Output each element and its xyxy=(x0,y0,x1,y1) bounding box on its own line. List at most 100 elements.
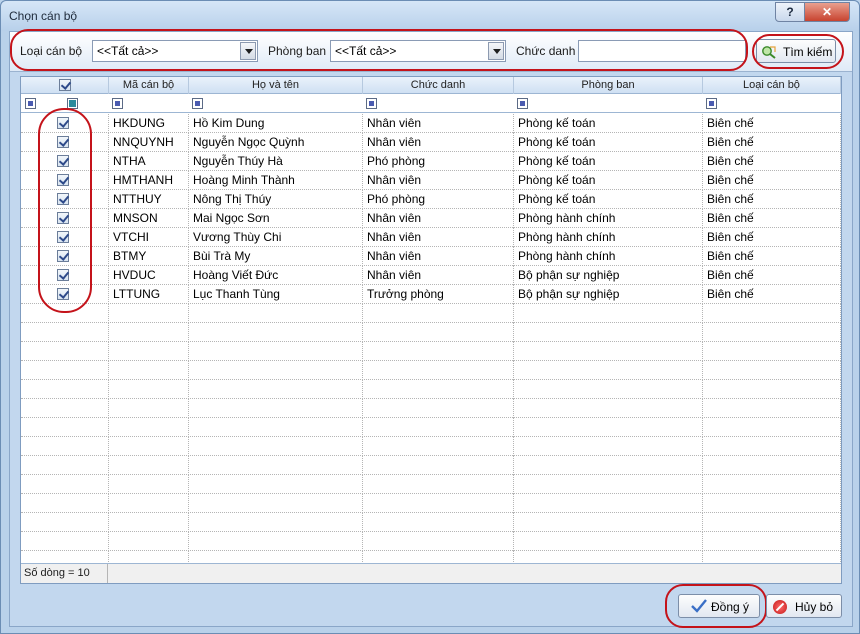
table-row[interactable]: MNSON Mai Ngọc Sơn Nhân viên Phòng hành chí… xyxy=(21,209,841,228)
filter-phong-ban-icon[interactable] xyxy=(517,98,528,109)
cell-chucdanh: Phó phòng xyxy=(363,190,514,209)
header-chuc-danh[interactable]: Chức danh xyxy=(363,77,514,94)
row-checkbox[interactable] xyxy=(57,269,69,281)
window-title: Chọn cán bộ xyxy=(9,9,78,23)
empty-cell xyxy=(109,475,189,494)
table-row[interactable]: NTHA Nguyễn Thúy Hà Phó phòng Phòng kế toán… xyxy=(21,152,841,171)
row-checkbox[interactable] xyxy=(57,117,69,129)
empty-cell xyxy=(514,532,703,551)
cell-chucdanh: Nhân viên xyxy=(363,209,514,228)
header-loai-can-bo[interactable]: Loại cán bộ xyxy=(703,77,841,94)
row-checkbox[interactable] xyxy=(57,231,69,243)
cell-ten: Bùi Trà My xyxy=(189,247,363,266)
table-row[interactable]: BTMY Bùi Trà My Nhân viên Phòng hành chính B… xyxy=(21,247,841,266)
row-checkbox[interactable] xyxy=(57,250,69,262)
empty-cell xyxy=(109,532,189,551)
empty-cell xyxy=(109,399,189,418)
cell-ma: MNSON xyxy=(109,209,189,228)
filter-ma-can-bo-icon[interactable] xyxy=(112,98,123,109)
row-checkbox[interactable] xyxy=(57,212,69,224)
table-row[interactable]: NTTHUY Nông Thị Thúy Phó phòng Phòng kế toá… xyxy=(21,190,841,209)
chevron-down-icon[interactable] xyxy=(240,42,256,60)
cell-chucdanh: Trưởng phòng xyxy=(363,285,514,304)
row-select-cell xyxy=(21,190,109,209)
filter-checkbox-column-icon[interactable] xyxy=(67,98,78,109)
chevron-down-icon[interactable] xyxy=(488,42,504,60)
cell-loai: Biên chế xyxy=(703,114,841,133)
empty-table-row xyxy=(21,304,841,323)
empty-cell xyxy=(189,456,363,475)
table-row[interactable]: LTTUNG Lục Thanh Tùng Trưởng phòng Bộ phận … xyxy=(21,285,841,304)
empty-table-row xyxy=(21,380,841,399)
table-row[interactable]: VTCHI Vương Thùy Chi Nhân viên Phòng hành c… xyxy=(21,228,841,247)
empty-cell xyxy=(363,475,514,494)
phong-ban-label: Phòng ban xyxy=(268,44,327,58)
empty-cell xyxy=(363,418,514,437)
table-row[interactable]: HKDUNG Hồ Kim Dung Nhân viên Phòng kế toán B… xyxy=(21,114,841,133)
chuc-danh-input[interactable] xyxy=(578,40,746,62)
row-checkbox[interactable] xyxy=(57,155,69,167)
search-button-label: Tìm kiếm xyxy=(783,45,833,59)
empty-cell xyxy=(189,342,363,361)
cell-chucdanh: Nhân viên xyxy=(363,247,514,266)
empty-cell xyxy=(109,304,189,323)
filter-loai-can-bo-icon[interactable] xyxy=(706,98,717,109)
dialog-body: Loại cán bộ <<Tất cả>> Phòng ban <<Tất c… xyxy=(9,29,853,628)
empty-table-row xyxy=(21,437,841,456)
empty-cell xyxy=(703,456,841,475)
empty-cell xyxy=(363,494,514,513)
empty-cell xyxy=(21,399,109,418)
empty-cell xyxy=(514,418,703,437)
empty-cell xyxy=(703,513,841,532)
select-all-checkbox[interactable] xyxy=(59,79,71,91)
filter-chuc-danh-icon[interactable] xyxy=(366,98,377,109)
empty-table-row xyxy=(21,399,841,418)
cancel-button[interactable]: Hủy bỏ xyxy=(766,594,842,618)
row-checkbox[interactable] xyxy=(57,136,69,148)
empty-cell xyxy=(189,532,363,551)
row-checkbox[interactable] xyxy=(57,193,69,205)
ok-button[interactable]: Đồng ý xyxy=(678,594,760,618)
empty-cell xyxy=(189,361,363,380)
row-checkbox[interactable] xyxy=(57,288,69,300)
close-button[interactable]: ✕ xyxy=(804,2,850,22)
header-ma-can-bo[interactable]: Mã cán bộ xyxy=(109,77,189,94)
grid-header: Mã cán bộ Họ và tên Chức danh Phòng ban … xyxy=(21,77,841,94)
cell-phongban: Phòng kế toán xyxy=(514,114,703,133)
search-button[interactable]: Tìm kiếm xyxy=(756,39,836,63)
row-checkbox[interactable] xyxy=(57,174,69,186)
table-row[interactable]: NNQUYNH Nguyễn Ngọc Quỳnh Nhân viên Phòng k… xyxy=(21,133,841,152)
header-select-all[interactable] xyxy=(21,77,109,94)
cell-loai: Biên chế xyxy=(703,285,841,304)
help-button[interactable]: ? xyxy=(775,2,805,22)
empty-cell xyxy=(21,418,109,437)
empty-cell xyxy=(21,532,109,551)
cell-chucdanh: Nhân viên xyxy=(363,228,514,247)
phong-ban-select[interactable]: <<Tất cả>> xyxy=(330,40,506,62)
empty-cell xyxy=(21,361,109,380)
cell-ten: Hoàng Minh Thành xyxy=(189,171,363,190)
empty-cell xyxy=(189,399,363,418)
empty-cell xyxy=(189,418,363,437)
empty-cell xyxy=(363,532,514,551)
empty-table-row xyxy=(21,342,841,361)
header-phong-ban[interactable]: Phòng ban xyxy=(514,77,703,94)
header-ho-ten[interactable]: Họ và tên xyxy=(189,77,363,94)
cell-ma: NTHA xyxy=(109,152,189,171)
loai-can-bo-select[interactable]: <<Tất cả>> xyxy=(92,40,258,62)
cell-phongban: Phòng kế toán xyxy=(514,190,703,209)
filter-row-indicator-icon[interactable] xyxy=(25,98,36,109)
row-select-cell xyxy=(21,209,109,228)
filter-ho-ten-icon[interactable] xyxy=(192,98,203,109)
empty-cell xyxy=(21,323,109,342)
empty-cell xyxy=(703,323,841,342)
cell-ten: Nguyễn Thúy Hà xyxy=(189,152,363,171)
empty-cell xyxy=(514,399,703,418)
staff-grid: Mã cán bộ Họ và tên Chức danh Phòng ban … xyxy=(20,76,842,584)
table-row[interactable]: HMTHANH Hoàng Minh Thành Nhân viên Phòng kế… xyxy=(21,171,841,190)
empty-table-row xyxy=(21,494,841,513)
empty-cell xyxy=(514,361,703,380)
empty-cell xyxy=(363,304,514,323)
empty-cell xyxy=(21,342,109,361)
table-row[interactable]: HVDUC Hoàng Viết Đức Nhân viên Bộ phận sự n… xyxy=(21,266,841,285)
